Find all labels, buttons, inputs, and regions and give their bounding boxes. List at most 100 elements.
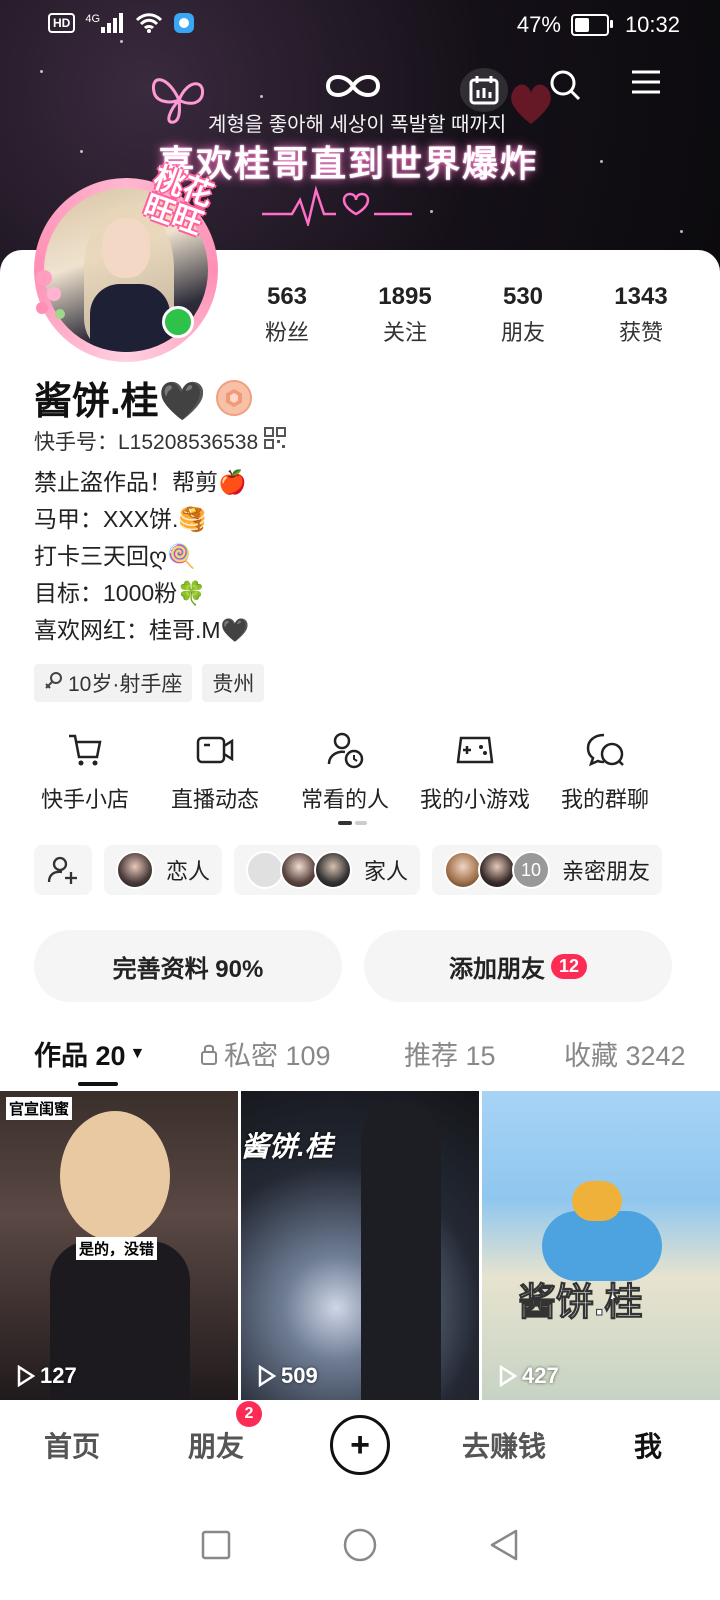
complete-profile-button[interactable]: 完善资料 90% (34, 930, 342, 1002)
stat-likes[interactable]: 1343 获赞 (582, 283, 700, 347)
battery-percent: 47% (516, 12, 561, 37)
tag-age-zodiac[interactable]: 10岁·射手座 (34, 664, 193, 702)
feature-label: 我的群聊 (560, 787, 649, 812)
feature-label: 常看的人 (300, 787, 389, 812)
female-gender-icon (44, 670, 64, 696)
home-circle-icon[interactable] (342, 1527, 378, 1563)
nav-label: 我 (633, 1431, 662, 1462)
tab-label: 收藏 3242 (564, 1041, 686, 1071)
bio-line: 禁止盗作品！帮剪🍎 (34, 469, 247, 495)
search-icon[interactable] (548, 68, 582, 102)
top-toolbar (0, 68, 720, 112)
video-grid: 官宣闺蜜 是的，没错 127 酱饼.桂 509 酱饼.桂 427 (0, 1091, 720, 1401)
level-badge-icon[interactable] (215, 379, 252, 416)
tag-location[interactable]: 贵州 (202, 664, 265, 702)
tab-recommended[interactable]: 推荐 15 (404, 1034, 564, 1073)
feature-label: 快手小店 (40, 787, 129, 812)
plus-icon[interactable]: + (330, 1415, 390, 1475)
tab-works[interactable]: 作品 20 ▼ (34, 1034, 198, 1073)
flower-decoration-icon (36, 270, 65, 319)
bio-line: 马甲：XXX饼.🥞 (34, 506, 208, 532)
tab-private[interactable]: 私密 109 (198, 1034, 404, 1073)
video-thumbnail[interactable]: 酱饼.桂 427 (482, 1091, 720, 1401)
calendar-icon[interactable] (460, 68, 508, 112)
menu-icon[interactable] (630, 68, 662, 96)
relation-lover[interactable]: 恋人 (104, 845, 223, 895)
infinity-icon[interactable] (322, 68, 384, 104)
add-relation-button[interactable] (34, 845, 92, 895)
video-thumbnail[interactable]: 酱饼.桂 509 (241, 1091, 479, 1401)
feature-frequent[interactable]: 常看的人 (280, 730, 410, 814)
relation-close-friends[interactable]: 10 亲密朋友 (432, 845, 663, 895)
stat-number: 1343 (614, 283, 668, 310)
play-icon (258, 1365, 277, 1387)
stat-label: 关注 (382, 320, 427, 345)
clock: 10:32 (624, 12, 680, 37)
gamepad-icon (410, 730, 540, 770)
nav-label: 朋友 (187, 1431, 244, 1462)
lock-icon (201, 1044, 217, 1065)
feature-games[interactable]: 我的小游戏 (410, 730, 540, 814)
nav-earn[interactable]: 去赚钱 (432, 1425, 576, 1465)
nav-me[interactable]: 我 (576, 1425, 720, 1465)
system-navigation-bar (0, 1490, 720, 1600)
stat-following[interactable]: 1895 关注 (346, 283, 464, 347)
chat-icon (540, 730, 670, 770)
battery-icon (570, 14, 613, 36)
relation-family[interactable]: 家人 (234, 845, 421, 895)
features-page-indicator (338, 821, 368, 826)
stat-number: 563 (266, 283, 308, 310)
play-icon (17, 1365, 36, 1387)
wifi-icon (135, 12, 163, 34)
avatar (444, 851, 483, 889)
view-count-number: 509 (281, 1363, 318, 1388)
tag-label: 10岁·射手座 (68, 673, 183, 696)
qr-code-icon[interactable] (264, 427, 287, 455)
nav-home[interactable]: 首页 (0, 1425, 144, 1465)
stats-row: 563 粉丝 1895 关注 530 朋友 1343 获赞 (228, 283, 700, 347)
view-count: 127 (16, 1363, 77, 1389)
recents-square-icon[interactable] (200, 1529, 232, 1561)
person-clock-icon (280, 730, 410, 770)
view-count-number: 427 (522, 1363, 559, 1388)
video-caption: 官宣闺蜜 (6, 1097, 73, 1120)
relation-label: 家人 (364, 859, 409, 884)
video-thumbnail[interactable]: 官宣闺蜜 是的，没错 127 (0, 1091, 238, 1401)
stat-number: 1895 (378, 283, 432, 310)
nav-friends[interactable]: 朋友 2 (144, 1401, 288, 1465)
view-count-number: 127 (40, 1363, 77, 1388)
feature-group-chat[interactable]: 我的群聊 (540, 730, 670, 814)
thumbnail-figure (60, 1111, 170, 1241)
button-label: 添加朋友 (448, 955, 545, 983)
video-caption: 是的，没错 (76, 1237, 158, 1260)
avatar (478, 851, 517, 889)
nav-label: 去赚钱 (461, 1431, 546, 1462)
banner-korean-text: 계형을 좋아해 세상이 폭발할 때까지 (208, 114, 507, 136)
stat-friends[interactable]: 530 朋友 (464, 283, 582, 347)
button-label: 完善资料 90% (112, 955, 264, 983)
camera-icon (150, 730, 280, 770)
profile-name-row: 酱饼.桂🖤 (34, 370, 252, 425)
kuaishou-id-row[interactable]: 快手号：L15208536538 (34, 426, 287, 456)
feature-shop[interactable]: 快手小店 (20, 730, 150, 814)
feature-live[interactable]: 直播动态 (150, 730, 280, 814)
banner-star (80, 150, 83, 153)
relations-row: 恋人 家人 10 亲密朋友 (34, 845, 663, 895)
thumbnail-figure (572, 1181, 622, 1221)
stat-label: 朋友 (500, 320, 545, 345)
banner-star (430, 210, 433, 213)
avatar-placeholder (246, 851, 285, 889)
video-caption: 酱饼.桂 (241, 1131, 333, 1162)
tab-label: 作品 20 (34, 1041, 126, 1071)
tab-favorites[interactable]: 收藏 3242 (564, 1034, 686, 1073)
active-tab-indicator (78, 1082, 118, 1086)
nav-create[interactable]: + (288, 1415, 432, 1475)
back-triangle-icon[interactable] (488, 1528, 520, 1562)
tab-label: 推荐 15 (404, 1041, 496, 1071)
stat-number: 530 (502, 283, 544, 310)
add-friend-button[interactable]: 添加朋友 12 (364, 930, 672, 1002)
stat-followers[interactable]: 563 粉丝 (228, 283, 346, 347)
status-bar: HD 4G 47% 10:32 (0, 0, 720, 50)
bio-line: 目标：1000粉🍀 (34, 580, 206, 606)
view-count: 509 (257, 1363, 318, 1389)
